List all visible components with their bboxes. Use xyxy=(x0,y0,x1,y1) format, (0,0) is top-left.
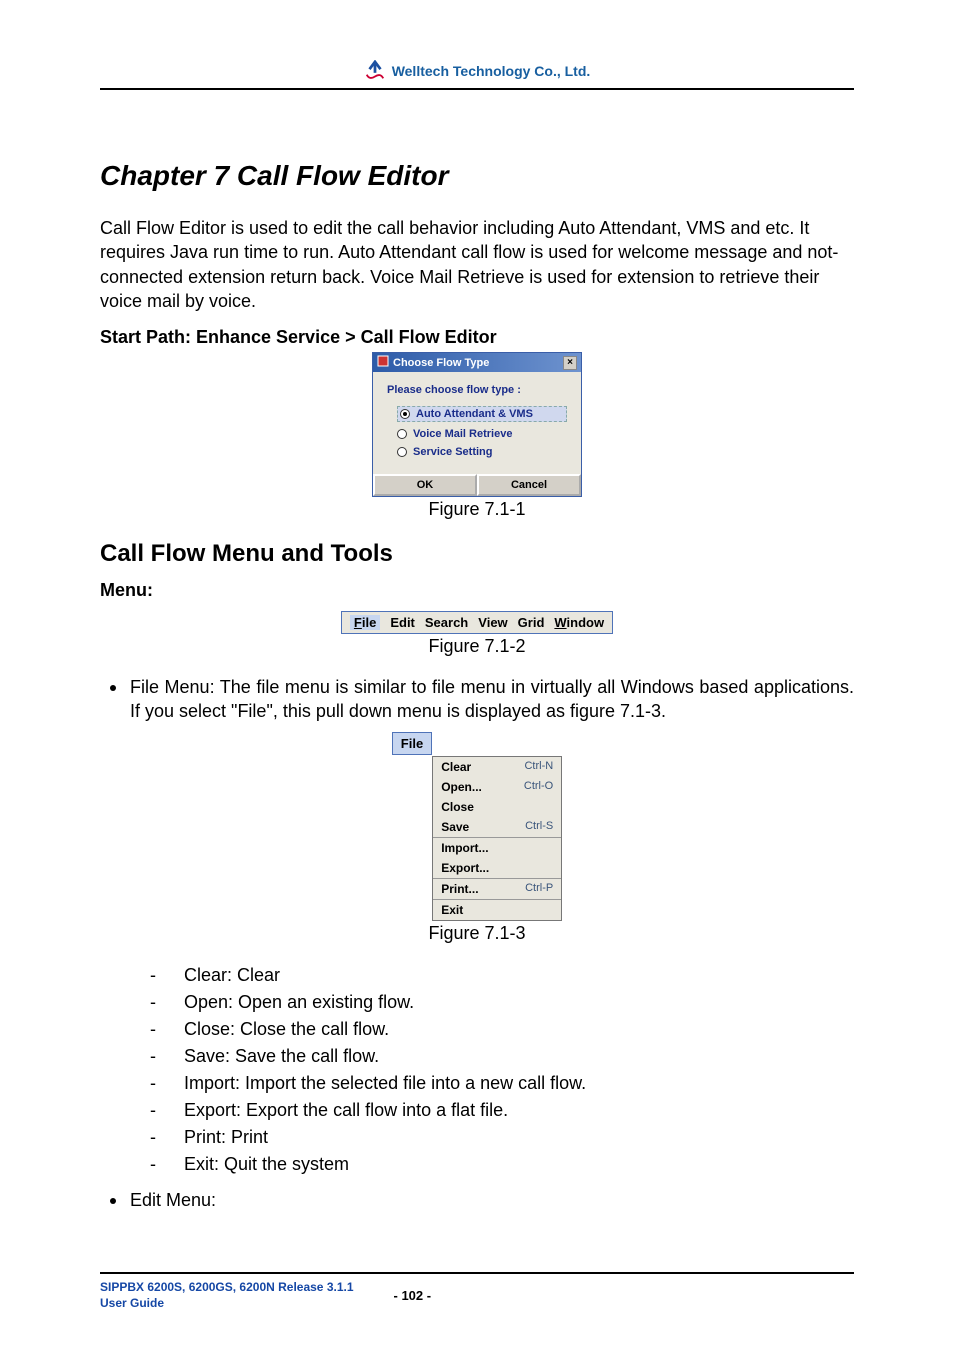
menubar-item-search[interactable]: Search xyxy=(425,615,468,630)
file-tab[interactable]: File xyxy=(392,732,432,755)
edit-menu-label: Edit Menu: xyxy=(130,1190,216,1210)
company-name: Welltech Technology Co., Ltd. xyxy=(392,63,591,79)
menubar-item-view[interactable]: View xyxy=(478,615,507,630)
radio-icon xyxy=(397,429,407,439)
footer-guide: User Guide xyxy=(100,1296,354,1312)
figure-2-caption: Figure 7.1-2 xyxy=(428,636,525,657)
figure-3-caption: Figure 7.1-3 xyxy=(428,923,525,944)
menubar: File Edit Search View Grid Window xyxy=(341,611,613,634)
bullet-icon xyxy=(110,1198,116,1204)
list-item: -Save: Save the call flow. xyxy=(170,1043,854,1070)
radio-icon xyxy=(400,409,410,419)
page-number: - 102 - xyxy=(394,1288,432,1303)
company-logo-icon xyxy=(364,60,386,82)
dialog-titlebar: Choose Flow Type × xyxy=(373,353,581,372)
choose-flow-dialog: Choose Flow Type × Please choose flow ty… xyxy=(372,352,582,497)
list-item: -Import: Import the selected file into a… xyxy=(170,1070,854,1097)
list-item: -Exit: Quit the system xyxy=(170,1151,854,1178)
list-item: -Open: Open an existing flow. xyxy=(170,989,854,1016)
dialog-title: Choose Flow Type xyxy=(393,357,489,369)
intro-paragraph: Call Flow Editor is used to edit the cal… xyxy=(100,216,854,313)
ok-button[interactable]: OK xyxy=(373,474,477,496)
radio-option-service[interactable]: Service Setting xyxy=(397,446,567,458)
menu-item-clear[interactable]: ClearCtrl-N xyxy=(433,757,561,777)
cancel-button[interactable]: Cancel xyxy=(477,474,581,496)
menubar-item-file[interactable]: File xyxy=(350,615,380,630)
menu-label: Menu: xyxy=(100,580,854,601)
menu-item-close[interactable]: Close xyxy=(433,797,561,817)
file-menu-definitions: -Clear: Clear -Open: Open an existing fl… xyxy=(170,962,854,1178)
list-item: -Print: Print xyxy=(170,1124,854,1151)
figure-2-wrap: File Edit Search View Grid Window Figure… xyxy=(100,611,854,657)
close-icon[interactable]: × xyxy=(563,356,577,370)
menubar-item-window[interactable]: Window xyxy=(554,615,604,630)
radio-option-voicemail[interactable]: Voice Mail Retrieve xyxy=(397,428,567,440)
radio-label: Voice Mail Retrieve xyxy=(413,428,512,440)
page-footer: SIPPBX 6200S, 6200GS, 6200N Release 3.1.… xyxy=(100,1272,854,1311)
page-header: Welltech Technology Co., Ltd. xyxy=(100,60,854,90)
menu-item-open[interactable]: Open...Ctrl-O xyxy=(433,777,561,797)
footer-release: SIPPBX 6200S, 6200GS, 6200N Release 3.1.… xyxy=(100,1280,354,1296)
menu-item-import[interactable]: Import... xyxy=(433,838,561,858)
radio-option-auto[interactable]: Auto Attendant & VMS xyxy=(397,406,567,422)
list-item: -Export: Export the call flow into a fla… xyxy=(170,1097,854,1124)
menu-item-exit[interactable]: Exit xyxy=(433,900,561,920)
file-menu-bullet: File Menu: The file menu is similar to f… xyxy=(130,675,854,724)
radio-label: Auto Attendant & VMS xyxy=(416,408,533,420)
bullet-icon xyxy=(110,685,116,691)
radio-label: Service Setting xyxy=(413,446,492,458)
section-heading: Call Flow Menu and Tools xyxy=(100,540,854,568)
menu-item-save[interactable]: SaveCtrl-S xyxy=(433,817,561,837)
start-path: Start Path: Enhance Service > Call Flow … xyxy=(100,327,854,348)
chapter-title: Chapter 7 Call Flow Editor xyxy=(100,160,854,192)
dialog-prompt: Please choose flow type : xyxy=(387,384,567,396)
figure-1-wrap: Choose Flow Type × Please choose flow ty… xyxy=(100,352,854,520)
dialog-icon xyxy=(377,355,389,370)
radio-icon xyxy=(397,447,407,457)
menu-item-print[interactable]: Print...Ctrl-P xyxy=(433,879,561,899)
menu-item-export[interactable]: Export... xyxy=(433,858,561,878)
menubar-item-edit[interactable]: Edit xyxy=(390,615,415,630)
figure-3-wrap: File ClearCtrl-N Open...Ctrl-O Close Sav… xyxy=(100,732,854,944)
file-menu-desc: File Menu: The file menu is similar to f… xyxy=(130,677,854,721)
edit-menu-bullet: Edit Menu: xyxy=(130,1188,854,1212)
figure-1-caption: Figure 7.1-1 xyxy=(428,499,525,520)
list-item: -Clear: Clear xyxy=(170,962,854,989)
menubar-item-grid[interactable]: Grid xyxy=(518,615,545,630)
list-item: -Close: Close the call flow. xyxy=(170,1016,854,1043)
file-dropdown: ClearCtrl-N Open...Ctrl-O Close SaveCtrl… xyxy=(432,756,562,921)
